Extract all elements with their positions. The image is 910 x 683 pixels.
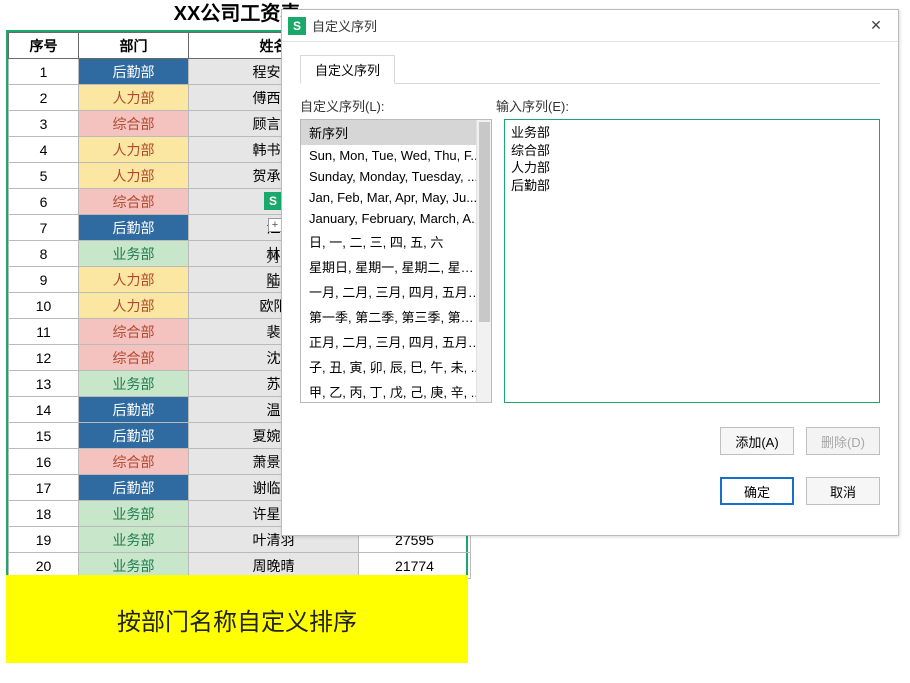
- cell-no[interactable]: 14: [9, 397, 79, 423]
- cell-dept[interactable]: 后勤部: [79, 423, 189, 449]
- label-custom-list: 自定义序列(L):: [300, 96, 496, 115]
- cell-dept[interactable]: 人力部: [79, 163, 189, 189]
- list-item[interactable]: 日, 一, 二, 三, 四, 五, 六: [301, 229, 491, 254]
- cell-dept[interactable]: 人力部: [79, 267, 189, 293]
- cell-dept[interactable]: 人力部: [79, 85, 189, 111]
- cell-dept[interactable]: 人力部: [79, 293, 189, 319]
- cell-no[interactable]: 1: [9, 59, 79, 85]
- list-item[interactable]: 正月, 二月, 三月, 四月, 五月, ...: [301, 329, 491, 354]
- list-item[interactable]: 星期日, 星期一, 星期二, 星期...: [301, 254, 491, 279]
- side-glyph-2: 主: [266, 272, 279, 291]
- list-item[interactable]: 子, 丑, 寅, 卯, 辰, 巳, 午, 未, ...: [301, 354, 491, 379]
- expand-plus-icon[interactable]: +: [268, 218, 282, 232]
- cell-no[interactable]: 11: [9, 319, 79, 345]
- cell-no[interactable]: 9: [9, 267, 79, 293]
- cell-no[interactable]: 10: [9, 293, 79, 319]
- cell-dept[interactable]: 业务部: [79, 501, 189, 527]
- custom-list-box[interactable]: 新序列Sun, Mon, Tue, Wed, Thu, F...Sunday, …: [300, 119, 492, 403]
- app-badge-icon: S: [264, 192, 282, 210]
- cell-no[interactable]: 5: [9, 163, 79, 189]
- delete-button: 删除(D): [806, 427, 880, 455]
- label-input-list: 输入序列(E):: [496, 96, 880, 115]
- cell-no[interactable]: 19: [9, 527, 79, 553]
- dialog-title: 自定义序列: [312, 16, 860, 35]
- cancel-button[interactable]: 取消: [806, 477, 880, 505]
- cell-no[interactable]: 12: [9, 345, 79, 371]
- custom-list-dialog: S 自定义序列 ✕ 自定义序列 自定义序列(L): 输入序列(E): 新序列Su…: [281, 9, 899, 536]
- instruction-banner: 按部门名称自定义排序: [6, 575, 468, 663]
- input-sequence-textarea[interactable]: 业务部 综合部 人力部 后勤部: [504, 119, 880, 403]
- dialog-titlebar[interactable]: S 自定义序列 ✕: [282, 10, 898, 42]
- cell-dept[interactable]: 综合部: [79, 189, 189, 215]
- col-header-no[interactable]: 序号: [9, 33, 79, 59]
- add-button[interactable]: 添加(A): [720, 427, 794, 455]
- cell-no[interactable]: 4: [9, 137, 79, 163]
- cell-no[interactable]: 18: [9, 501, 79, 527]
- close-icon[interactable]: ✕: [860, 14, 892, 38]
- cell-dept[interactable]: 后勤部: [79, 475, 189, 501]
- listbox-scrollbar[interactable]: [476, 120, 491, 402]
- cell-no[interactable]: 16: [9, 449, 79, 475]
- cell-dept[interactable]: 业务部: [79, 241, 189, 267]
- cell-no[interactable]: 8: [9, 241, 79, 267]
- cell-dept[interactable]: 综合部: [79, 319, 189, 345]
- cell-dept[interactable]: 业务部: [79, 527, 189, 553]
- col-header-dept[interactable]: 部门: [79, 33, 189, 59]
- cell-dept[interactable]: 后勤部: [79, 215, 189, 241]
- cell-dept[interactable]: 业务部: [79, 371, 189, 397]
- list-item[interactable]: Sunday, Monday, Tuesday, ...: [301, 166, 491, 187]
- list-item[interactable]: 第一季, 第二季, 第三季, 第四季: [301, 304, 491, 329]
- cell-no[interactable]: 6: [9, 189, 79, 215]
- cell-dept[interactable]: 综合部: [79, 111, 189, 137]
- cell-no[interactable]: 2: [9, 85, 79, 111]
- cell-dept[interactable]: 后勤部: [79, 397, 189, 423]
- cell-no[interactable]: 15: [9, 423, 79, 449]
- cell-no[interactable]: 7: [9, 215, 79, 241]
- list-item[interactable]: 新序列: [301, 120, 491, 145]
- ok-button[interactable]: 确定: [720, 477, 794, 505]
- cell-dept[interactable]: 综合部: [79, 449, 189, 475]
- tab-custom-list[interactable]: 自定义序列: [300, 55, 395, 84]
- cell-no[interactable]: 17: [9, 475, 79, 501]
- cell-dept[interactable]: 人力部: [79, 137, 189, 163]
- dialog-app-icon: S: [288, 17, 306, 35]
- list-item[interactable]: 一月, 二月, 三月, 四月, 五月, ...: [301, 279, 491, 304]
- cell-dept[interactable]: 后勤部: [79, 59, 189, 85]
- cell-dept[interactable]: 综合部: [79, 345, 189, 371]
- cell-no[interactable]: 13: [9, 371, 79, 397]
- scrollbar-thumb[interactable]: [479, 122, 490, 322]
- list-item[interactable]: Jan, Feb, Mar, Apr, May, Ju...: [301, 187, 491, 208]
- list-item[interactable]: January, February, March, A...: [301, 208, 491, 229]
- side-glyph-1: 列: [266, 247, 279, 266]
- cell-no[interactable]: 3: [9, 111, 79, 137]
- list-item[interactable]: Sun, Mon, Tue, Wed, Thu, F...: [301, 145, 491, 166]
- tab-strip: 自定义序列: [300, 54, 880, 84]
- list-item[interactable]: 甲, 乙, 丙, 丁, 戊, 己, 庚, 辛, ...: [301, 379, 491, 403]
